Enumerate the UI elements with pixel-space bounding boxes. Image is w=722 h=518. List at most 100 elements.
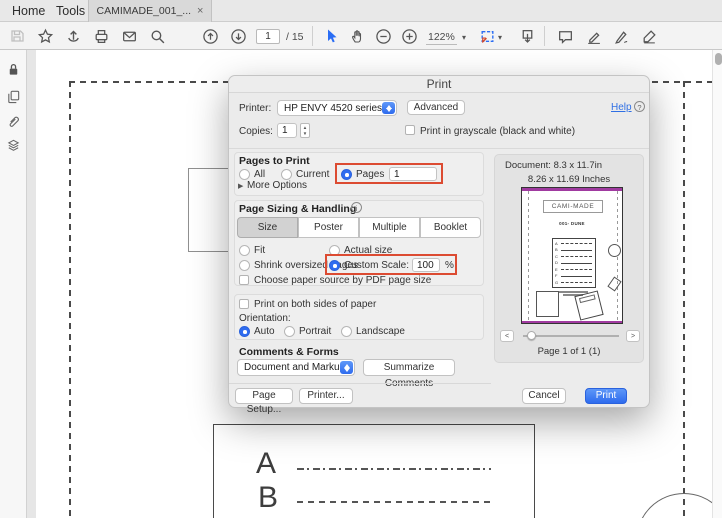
comments-heading: Comments & Forms (239, 346, 339, 358)
highlight-pen-icon[interactable] (584, 27, 602, 45)
help-link[interactable]: Help (611, 102, 632, 113)
printer-button[interactable]: Printer... (299, 388, 353, 404)
tab-bar: Home Tools CAMIMADE_001_... × (0, 0, 722, 22)
attachments-paperclip-icon[interactable] (5, 113, 22, 130)
comments-select[interactable]: Document and Markups (237, 359, 355, 376)
page-setup-button[interactable]: Page Setup... (235, 388, 293, 415)
radio-custom-scale[interactable] (329, 260, 340, 271)
grayscale-label: Print in grayscale (black and white) (420, 126, 576, 137)
dash-dot-line-a (297, 468, 491, 470)
print-icon[interactable] (92, 27, 110, 45)
document-tab[interactable]: CAMIMADE_001_... × (88, 0, 212, 22)
previous-page-icon[interactable] (201, 27, 219, 45)
radio-all-label[interactable]: All (254, 169, 265, 180)
radio-pages-label[interactable]: Pages (356, 169, 384, 180)
radio-actual-size[interactable] (329, 245, 340, 256)
copies-stepper[interactable]: ▲ ▼ (300, 123, 310, 138)
preview-next-button[interactable]: > (626, 330, 640, 342)
paper-source-checkbox[interactable] (239, 275, 249, 285)
zoom-out-icon[interactable] (374, 27, 392, 45)
page-number-input[interactable]: 1 (256, 29, 280, 44)
page-dashed-border-left (69, 81, 71, 518)
fit-dropdown-caret-icon[interactable]: ▾ (498, 33, 502, 42)
hand-tool-icon[interactable] (348, 27, 366, 45)
thumbnail-circle (608, 244, 621, 257)
fit-width-icon[interactable] (478, 27, 496, 45)
next-page-icon[interactable] (229, 27, 247, 45)
preview-slider-thumb[interactable] (527, 331, 536, 340)
share-upload-icon[interactable] (64, 27, 82, 45)
radio-shrink[interactable] (239, 260, 250, 271)
printer-select[interactable]: HP ENVY 4520 series (277, 100, 397, 116)
star-icon[interactable] (36, 27, 54, 45)
radio-fit-label[interactable]: Fit (254, 245, 265, 256)
radio-all[interactable] (239, 169, 250, 180)
page-scrolling-icon[interactable] (518, 27, 536, 45)
radio-landscape[interactable] (341, 326, 352, 337)
custom-scale-input[interactable]: 100 (412, 258, 440, 272)
duplex-checkbox[interactable] (239, 299, 249, 309)
sizing-tab-multiple[interactable]: Multiple (359, 217, 420, 238)
advanced-button[interactable]: Advanced (407, 100, 465, 115)
more-options-disclosure-icon[interactable]: ▶ (238, 182, 243, 190)
page-thumbnails-icon[interactable] (5, 88, 22, 105)
grayscale-checkbox[interactable] (405, 125, 415, 135)
preview-thumbnail: CAMI-MADE 001- DUNE A B C D E F G (521, 187, 623, 324)
more-options-label[interactable]: More Options (247, 180, 307, 191)
thumbnail-rectangle (536, 291, 559, 317)
radio-portrait[interactable] (284, 326, 295, 337)
radio-portrait-label[interactable]: Portrait (299, 326, 331, 337)
preview-prev-button[interactable]: < (500, 330, 514, 342)
sizing-tab-booklet[interactable]: Booklet (420, 217, 481, 238)
document-rectangle (188, 168, 229, 252)
select-tool-icon[interactable] (322, 27, 340, 45)
radio-current[interactable] (281, 169, 292, 180)
radio-auto[interactable] (239, 326, 250, 337)
percent-label: % (445, 260, 454, 271)
fill-sign-icon[interactable] (640, 27, 658, 45)
zoom-dropdown-caret-icon[interactable]: ▾ (462, 33, 466, 42)
custom-scale-label[interactable]: Custom Scale: (344, 260, 409, 271)
dialog-title: Print (229, 76, 649, 93)
radio-pages[interactable] (341, 169, 352, 180)
radio-current-label[interactable]: Current (296, 169, 329, 180)
print-button[interactable]: Print (585, 388, 627, 404)
sizing-tab-poster[interactable]: Poster (298, 217, 359, 238)
summarize-comments-button[interactable]: Summarize Comments (363, 359, 455, 389)
security-lock-icon[interactable] (5, 61, 22, 78)
layers-icon[interactable] (5, 137, 22, 154)
vertical-scrollbar[interactable] (712, 50, 722, 518)
copies-input[interactable]: 1 (277, 123, 297, 138)
radio-actual-size-label[interactable]: Actual size (344, 245, 392, 256)
document-circle (636, 493, 712, 518)
orientation-label: Orientation: (239, 313, 291, 324)
zoom-level-value[interactable]: 122% (426, 31, 457, 45)
comment-icon[interactable] (556, 27, 574, 45)
thumbnail-tilted-chip (607, 276, 622, 292)
dashed-line-b (297, 501, 494, 503)
radio-shrink-label[interactable]: Shrink oversized pages (254, 260, 358, 271)
left-sidebar (0, 50, 27, 518)
select-stepper-icon (340, 361, 353, 374)
main-toolbar: 1 / 15 122% ▾ ▾ (0, 22, 722, 50)
search-icon[interactable] (148, 27, 166, 45)
radio-fit[interactable] (239, 245, 250, 256)
sign-pen-icon[interactable] (612, 27, 630, 45)
save-icon[interactable] (8, 27, 26, 45)
radio-landscape-label[interactable]: Landscape (356, 326, 405, 337)
email-icon[interactable] (120, 27, 138, 45)
inches-label: 8.26 x 11.69 Inches (527, 174, 611, 185)
close-icon[interactable]: × (197, 5, 203, 17)
help-question-icon[interactable]: ? (634, 101, 645, 112)
scrollbar-thumb[interactable] (714, 53, 722, 65)
preview-slider-track[interactable] (523, 335, 619, 337)
sizing-tab-size[interactable]: Size (237, 217, 298, 238)
thumbnail-caption-line (558, 291, 588, 293)
cancel-button[interactable]: Cancel (522, 388, 566, 404)
canvas-gutter (27, 50, 36, 518)
sizing-info-icon[interactable]: i (351, 202, 362, 213)
zoom-in-icon[interactable] (400, 27, 418, 45)
pages-range-input[interactable]: 1 (389, 167, 437, 181)
pages-heading: Pages to Print (239, 155, 310, 167)
radio-auto-label[interactable]: Auto (254, 326, 275, 337)
